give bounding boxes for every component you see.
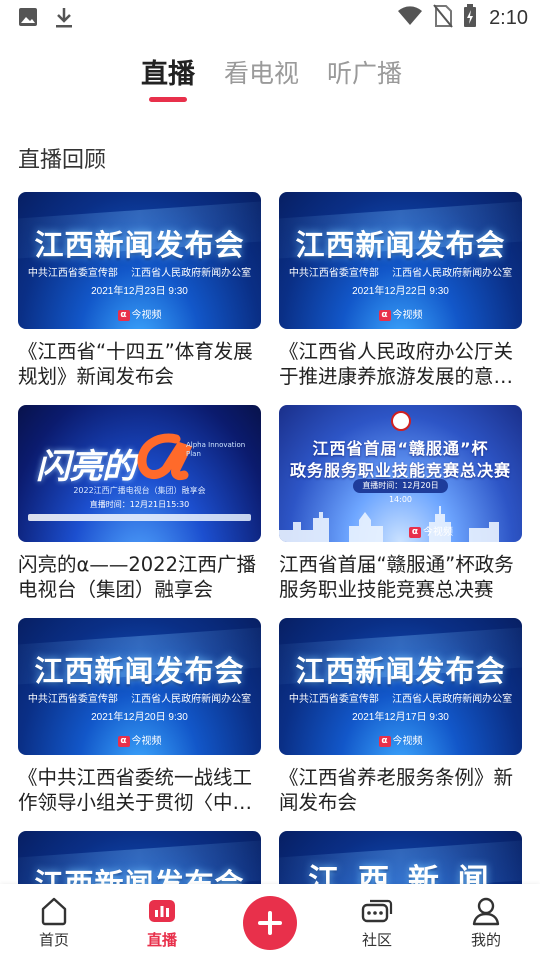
nav-live[interactable]: 直播 [127, 896, 197, 950]
card-caption: 《江西省养老服务条例》新闻发布会 [279, 766, 514, 814]
replay-grid: 江西新闻发布会 中共江西省委宣传部 江西省人民政府新闻办公室 2021年12月2… [18, 192, 522, 884]
card-thumbnail: 江西新闻发布会 中共江西省委宣传部 江西省人民政府新闻办公室 2021年12月2… [18, 192, 261, 329]
replay-card[interactable]: 江西新闻发布会 中共江西省委宣传部 江西省人民政府新闻办公室 2021年12月2… [18, 618, 261, 815]
replay-card[interactable]: 江西新闻发布会 [18, 831, 261, 884]
thumbnail-org: 中共江西省委宣传部 江西省人民政府新闻办公室 [27, 694, 252, 705]
thumbnail-date: 直播时间：12月20日 14:00 [353, 479, 448, 504]
download-icon [54, 7, 74, 33]
community-chat-icon [361, 899, 393, 923]
nav-profile-label: 我的 [470, 931, 501, 949]
thumbnail-subtitle: 2022江西广播电视台（集团）融享会 [73, 486, 206, 495]
thumbnail-title: 江西省首届“赣服通”杯 [312, 439, 489, 458]
replay-card[interactable]: 江 西 新 闻 [279, 831, 522, 884]
status-bar: 2:10 [0, 0, 540, 36]
card-caption: 《江西省人民政府办公厅关于推进康养旅游发展的意见》新闻发布会 [279, 340, 514, 388]
nav-community-label: 社区 [361, 931, 392, 949]
card-caption: 闪亮的α——2022江西广播电视台（集团）融享会 [18, 553, 256, 601]
battery-charging-icon [463, 4, 477, 32]
thumbnail-title: 江西新闻发布会 [34, 228, 245, 262]
card-thumbnail: 江西新闻发布会 中共江西省委宣传部 江西省人民政府新闻办公室 2021年12月1… [279, 618, 522, 755]
nav-home[interactable]: 首页 [19, 896, 89, 950]
no-sim-icon [433, 4, 453, 32]
thumbnail-date: 2021年12月22日 9:30 [352, 286, 449, 297]
tab-live[interactable]: 直播 [141, 52, 195, 91]
thumbnail-date: 2021年12月23日 9:30 [91, 286, 188, 297]
thumbnail-logo: α 今视频 [409, 523, 453, 538]
nav-community[interactable]: 社区 [342, 896, 412, 950]
tab-radio[interactable]: 听广播 [327, 54, 402, 90]
card-thumbnail: 江西新闻发布会 中共江西省委宣传部 江西省人民政府新闻办公室 2021年12月2… [18, 618, 261, 755]
section-title: 直播回顾 [18, 148, 107, 173]
thumbnail-title: 江西新闻发布会 [34, 654, 245, 688]
top-tabs: 直播 看电视 听广播 [0, 50, 540, 106]
card-thumbnail: 江西省首届“赣服通”杯 政务服务职业技能竞赛总决赛 直播时间：12月20日 14… [279, 405, 522, 542]
active-tab-indicator [149, 97, 187, 102]
nav-profile[interactable]: 我的 [451, 896, 521, 950]
replay-card[interactable]: 江西新闻发布会 中共江西省委宣传部 江西省人民政府新闻办公室 2021年12月2… [279, 192, 522, 389]
card-thumbnail: 江 西 新 闻 [279, 831, 522, 884]
nav-home-label: 首页 [38, 931, 69, 949]
image-icon [18, 7, 38, 33]
thumbnail-logo: α 今视频 [279, 306, 522, 321]
replay-card[interactable]: 闪亮的 Alpha Innovation Plan 2022江西广播电视台（集团… [18, 405, 261, 602]
thumbnail-org: 中共江西省委宣传部 江西省人民政府新闻办公室 [288, 268, 513, 279]
card-caption: 《江西省“十四五”体育发展规划》新闻发布会 [18, 340, 253, 388]
card-thumbnail: 江西新闻发布会 中共江西省委宣传部 江西省人民政府新闻办公室 2021年12月2… [279, 192, 522, 329]
thumbnail-org: 中共江西省委宣传部 江西省人民政府新闻办公室 [27, 268, 252, 279]
publish-plus-button[interactable] [243, 896, 297, 950]
home-icon [41, 897, 67, 926]
thumbnail-date: 直播时间：12月21日15:30 [89, 500, 190, 509]
card-caption: 江西省首届“赣服通”杯政务服务职业技能竞赛总决赛 [279, 553, 514, 601]
thumbnail-date: 2021年12月20日 9:30 [91, 712, 188, 723]
thumbnail-title: 江西新闻发布会 [295, 228, 506, 262]
wifi-icon [397, 5, 423, 31]
live-chart-icon [149, 900, 175, 922]
thumbnail-logo: α 今视频 [18, 306, 261, 321]
tab-watch-tv[interactable]: 看电视 [224, 54, 299, 90]
profile-icon [472, 897, 500, 926]
thumbnail-title: 江 西 新 闻 [308, 863, 493, 884]
thumbnail-title: 闪亮的 [36, 447, 136, 487]
thumbnail-title: 江西新闻发布会 [34, 867, 245, 884]
card-thumbnail: 闪亮的 Alpha Innovation Plan 2022江西广播电视台（集团… [18, 405, 261, 542]
nav-live-label: 直播 [146, 931, 177, 949]
skyline-icon [279, 506, 499, 542]
emblem-icon [391, 411, 411, 431]
replay-card[interactable]: 江西新闻发布会 中共江西省委宣传部 江西省人民政府新闻办公室 2021年12月2… [18, 192, 261, 389]
thumbnail-title-line2: 政务服务职业技能竞赛总决赛 [289, 461, 511, 480]
thumbnail-logo: α 今视频 [18, 732, 261, 747]
thumbnail-date: 2021年12月17日 9:30 [352, 712, 449, 723]
thumbnail-subtitle-en: Alpha Innovation Plan [186, 441, 246, 458]
card-caption: 《中共江西省委统一战线工作领导小组关于贯彻〈中国共产党统一战线工作条例〉的实施办… [18, 766, 253, 814]
thumbnail-title: 江西新闻发布会 [295, 654, 506, 688]
thumbnail-logo: α 今视频 [279, 732, 522, 747]
thumbnail-org: 中共江西省委宣传部 江西省人民政府新闻办公室 [288, 694, 513, 705]
card-thumbnail: 江西新闻发布会 [18, 831, 261, 884]
clock: 2:10 [489, 6, 528, 29]
sponsor-strip [28, 514, 251, 521]
replay-card[interactable]: 江西新闻发布会 中共江西省委宣传部 江西省人民政府新闻办公室 2021年12月1… [279, 618, 522, 815]
replay-card[interactable]: 江西省首届“赣服通”杯 政务服务职业技能竞赛总决赛 直播时间：12月20日 14… [279, 405, 522, 602]
